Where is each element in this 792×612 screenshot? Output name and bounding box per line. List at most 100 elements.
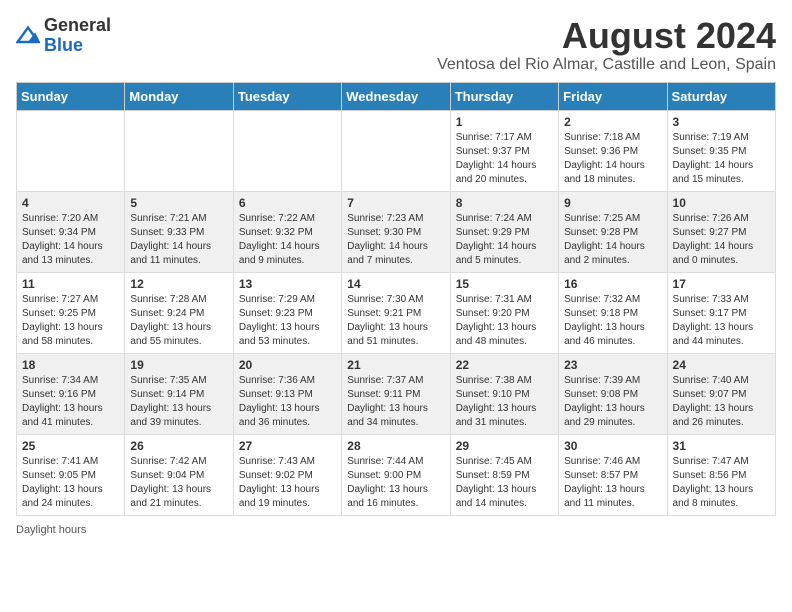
day-info: Sunrise: 7:40 AM Sunset: 9:07 PM Dayligh… (673, 374, 770, 430)
calendar-cell: 11Sunrise: 7:27 AM Sunset: 9:25 PM Dayli… (17, 272, 125, 353)
day-info: Sunrise: 7:18 AM Sunset: 9:36 PM Dayligh… (564, 131, 661, 187)
day-number: 6 (239, 196, 336, 210)
day-number: 7 (347, 196, 444, 210)
calendar-cell: 24 Sunrise: 7:40 AM Sunset: 9:07 PM Dayli… (667, 353, 775, 434)
logo-text: General Blue (44, 16, 111, 56)
calendar-cell: 12 Sunrise: 7:28 AM Sunset: 9:24 PM Dayli… (125, 272, 233, 353)
day-info: Sunrise: 7:37 AM Sunset: 9:11 PM Dayligh… (347, 374, 444, 430)
calendar-week-row: 18 Sunrise: 7:34 AM Sunset: 9:16 PM Dayli… (17, 353, 776, 434)
day-number: 8 (456, 196, 553, 210)
calendar-cell: 2 Sunrise: 7:18 AM Sunset: 9:36 PM Daylig… (559, 110, 667, 191)
calendar-cell: 20Sunrise: 7:36 AM Sunset: 9:13 PM Dayli… (233, 353, 341, 434)
calendar-cell: 28Sunrise: 7:44 AM Sunset: 9:00 PM Dayli… (342, 434, 450, 515)
calendar-cell: 27 Sunrise: 7:43 AM Sunset: 9:02 PM Dayli… (233, 434, 341, 515)
day-info: Sunrise: 7:43 AM Sunset: 9:02 PM Dayligh… (239, 455, 336, 511)
calendar-cell (125, 110, 233, 191)
day-number: 12 (130, 277, 227, 291)
calendar-table: SundayMondayTuesdayWednesdayThursdayFrid… (16, 82, 776, 516)
calendar-cell: 25Sunrise: 7:41 AM Sunset: 9:05 PM Dayli… (17, 434, 125, 515)
calendar-day-header: Wednesday (342, 82, 450, 110)
calendar-day-header: Monday (125, 82, 233, 110)
day-number: 29 (456, 439, 553, 453)
day-number: 14 (347, 277, 444, 291)
logo: General Blue (16, 16, 111, 56)
day-number: 13 (239, 277, 336, 291)
calendar-cell: 14 Sunrise: 7:30 AM Sunset: 9:21 PM Dayli… (342, 272, 450, 353)
day-number: 9 (564, 196, 661, 210)
day-number: 24 (673, 358, 770, 372)
day-info: Sunrise: 7:17 AM Sunset: 9:37 PM Dayligh… (456, 131, 553, 187)
calendar-week-row: 4 Sunrise: 7:20 AM Sunset: 9:34 PM Daylig… (17, 191, 776, 272)
logo-mark (16, 24, 40, 49)
calendar-cell: 7 Sunrise: 7:23 AM Sunset: 9:30 PM Daylig… (342, 191, 450, 272)
day-number: 5 (130, 196, 227, 210)
day-info: Sunrise: 7:21 AM Sunset: 9:33 PM Dayligh… (130, 212, 227, 268)
day-number: 16 (564, 277, 661, 291)
day-number: 19 (130, 358, 227, 372)
day-info: Sunrise: 7:24 AM Sunset: 9:29 PM Dayligh… (456, 212, 553, 268)
footer-note: Daylight hours (16, 524, 776, 536)
day-info: Sunrise: 7:35 AM Sunset: 9:14 PM Dayligh… (130, 374, 227, 430)
subtitle: Ventosa del Rio Almar, Castille and Leon… (437, 56, 776, 74)
calendar-cell: 26 Sunrise: 7:42 AM Sunset: 9:04 PM Dayli… (125, 434, 233, 515)
main-title: August 2024 (437, 16, 776, 56)
day-info: Sunrise: 7:39 AM Sunset: 9:08 PM Dayligh… (564, 374, 661, 430)
day-number: 23 (564, 358, 661, 372)
title-area: August 2024 Ventosa del Rio Almar, Casti… (437, 16, 776, 74)
day-number: 2 (564, 115, 661, 129)
calendar-week-row: 11Sunrise: 7:27 AM Sunset: 9:25 PM Dayli… (17, 272, 776, 353)
day-info: Sunrise: 7:41 AM Sunset: 9:05 PM Dayligh… (22, 455, 119, 511)
day-number: 30 (564, 439, 661, 453)
day-number: 4 (22, 196, 119, 210)
logo-general: General (44, 15, 111, 35)
calendar-cell: 3Sunrise: 7:19 AM Sunset: 9:35 PM Daylig… (667, 110, 775, 191)
day-info: Sunrise: 7:28 AM Sunset: 9:24 PM Dayligh… (130, 293, 227, 349)
day-info: Sunrise: 7:23 AM Sunset: 9:30 PM Dayligh… (347, 212, 444, 268)
calendar-cell: 1 Sunrise: 7:17 AM Sunset: 9:37 PM Daylig… (450, 110, 558, 191)
day-info: Sunrise: 7:46 AM Sunset: 8:57 PM Dayligh… (564, 455, 661, 511)
calendar-cell (17, 110, 125, 191)
calendar-cell (342, 110, 450, 191)
calendar-header-row: SundayMondayTuesdayWednesdayThursdayFrid… (17, 82, 776, 110)
calendar-cell: 30 Sunrise: 7:46 AM Sunset: 8:57 PM Dayli… (559, 434, 667, 515)
calendar-cell: 10Sunrise: 7:26 AM Sunset: 9:27 PM Dayli… (667, 191, 775, 272)
day-number: 22 (456, 358, 553, 372)
header: General Blue August 2024 Ventosa del Rio… (16, 16, 776, 74)
day-number: 26 (130, 439, 227, 453)
calendar-cell (233, 110, 341, 191)
day-number: 28 (347, 439, 444, 453)
calendar-cell: 15Sunrise: 7:31 AM Sunset: 9:20 PM Dayli… (450, 272, 558, 353)
calendar-cell: 8 Sunrise: 7:24 AM Sunset: 9:29 PM Daylig… (450, 191, 558, 272)
calendar-cell: 9 Sunrise: 7:25 AM Sunset: 9:28 PM Daylig… (559, 191, 667, 272)
day-info: Sunrise: 7:20 AM Sunset: 9:34 PM Dayligh… (22, 212, 119, 268)
calendar-day-header: Saturday (667, 82, 775, 110)
calendar-day-header: Friday (559, 82, 667, 110)
day-number: 1 (456, 115, 553, 129)
day-info: Sunrise: 7:26 AM Sunset: 9:27 PM Dayligh… (673, 212, 770, 268)
day-number: 11 (22, 277, 119, 291)
calendar-cell: 13 Sunrise: 7:29 AM Sunset: 9:23 PM Dayli… (233, 272, 341, 353)
day-info: Sunrise: 7:22 AM Sunset: 9:32 PM Dayligh… (239, 212, 336, 268)
day-number: 18 (22, 358, 119, 372)
day-info: Sunrise: 7:33 AM Sunset: 9:17 PM Dayligh… (673, 293, 770, 349)
logo-blue: Blue (44, 35, 83, 55)
day-info: Sunrise: 7:31 AM Sunset: 9:20 PM Dayligh… (456, 293, 553, 349)
day-info: Sunrise: 7:47 AM Sunset: 8:56 PM Dayligh… (673, 455, 770, 511)
day-info: Sunrise: 7:25 AM Sunset: 9:28 PM Dayligh… (564, 212, 661, 268)
day-info: Sunrise: 7:30 AM Sunset: 9:21 PM Dayligh… (347, 293, 444, 349)
calendar-cell: 21 Sunrise: 7:37 AM Sunset: 9:11 PM Dayli… (342, 353, 450, 434)
calendar-cell: 16Sunrise: 7:32 AM Sunset: 9:18 PM Dayli… (559, 272, 667, 353)
day-number: 31 (673, 439, 770, 453)
day-number: 27 (239, 439, 336, 453)
calendar-day-header: Sunday (17, 82, 125, 110)
day-number: 21 (347, 358, 444, 372)
day-info: Sunrise: 7:38 AM Sunset: 9:10 PM Dayligh… (456, 374, 553, 430)
day-info: Sunrise: 7:42 AM Sunset: 9:04 PM Dayligh… (130, 455, 227, 511)
calendar-week-row: 25Sunrise: 7:41 AM Sunset: 9:05 PM Dayli… (17, 434, 776, 515)
calendar-cell: 6 Sunrise: 7:22 AM Sunset: 9:32 PM Daylig… (233, 191, 341, 272)
calendar-cell: 23 Sunrise: 7:39 AM Sunset: 9:08 PM Dayli… (559, 353, 667, 434)
calendar-cell: 19 Sunrise: 7:35 AM Sunset: 9:14 PM Dayli… (125, 353, 233, 434)
calendar-cell: 5 Sunrise: 7:21 AM Sunset: 9:33 PM Daylig… (125, 191, 233, 272)
day-info: Sunrise: 7:29 AM Sunset: 9:23 PM Dayligh… (239, 293, 336, 349)
day-info: Sunrise: 7:34 AM Sunset: 9:16 PM Dayligh… (22, 374, 119, 430)
